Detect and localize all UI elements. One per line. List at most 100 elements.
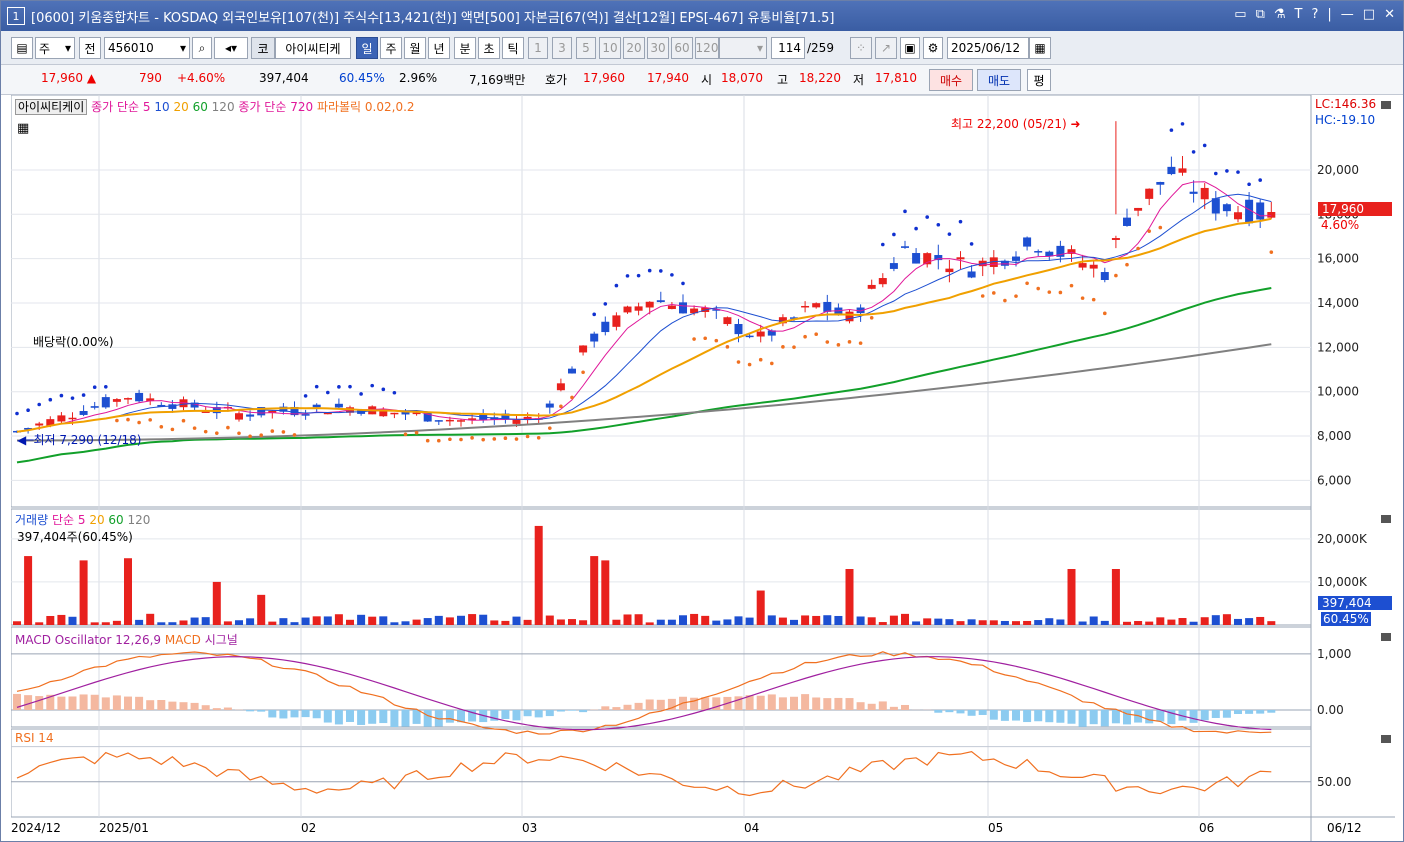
- eval-button[interactable]: 평: [1027, 69, 1051, 91]
- tab-monthly[interactable]: 월: [404, 37, 426, 59]
- macd-line-legend[interactable]: MACD: [165, 633, 201, 647]
- tab-yearly[interactable]: 년: [428, 37, 450, 59]
- tab-weekly[interactable]: 주: [380, 37, 402, 59]
- buy-button[interactable]: 매수: [929, 69, 973, 91]
- volume-bar: [1167, 619, 1176, 625]
- period-type-label: 주: [39, 41, 51, 56]
- volume-bar: [46, 615, 55, 625]
- minute-10[interactable]: 10: [599, 37, 621, 59]
- ma20-legend[interactable]: 20: [173, 100, 188, 114]
- vol-ma5-legend[interactable]: 단순 5: [52, 513, 86, 527]
- macd-osc-bar: [701, 697, 710, 710]
- gear-icon[interactable]: ⚙: [923, 37, 943, 59]
- macd-osc-bar: [368, 710, 377, 724]
- title-bar[interactable]: 1 [0600] 키움종합차트 - KOSDAQ 외국인보유[107(천)] 주…: [1, 1, 1403, 31]
- macd-osc-bar: [978, 710, 987, 715]
- minute-30[interactable]: 30: [647, 37, 669, 59]
- sound-icon[interactable]: ◂▾: [214, 37, 248, 59]
- minute-5[interactable]: 5: [576, 37, 596, 59]
- ma60-legend[interactable]: 60: [193, 100, 208, 114]
- tab-second[interactable]: 초: [478, 37, 500, 59]
- stock-name-field[interactable]: 아이씨티케: [275, 37, 351, 59]
- grid-dots-icon[interactable]: ⁘: [850, 37, 872, 59]
- candle-body: [246, 414, 255, 417]
- candle-body: [101, 397, 110, 408]
- minute-3[interactable]: 3: [552, 37, 572, 59]
- font-icon[interactable]: T: [1295, 7, 1303, 22]
- help-icon[interactable]: ?: [1312, 7, 1319, 22]
- macd-osc-bar: [423, 710, 432, 727]
- ma720-legend[interactable]: 종가 단순 720: [238, 100, 313, 114]
- candle-body: [812, 303, 821, 308]
- volume-bar: [1145, 621, 1154, 625]
- calendar-icon[interactable]: ▦: [1029, 37, 1051, 59]
- macd-osc-bar: [301, 710, 310, 718]
- tab-daily[interactable]: 일: [356, 37, 378, 59]
- candle-body: [823, 301, 832, 312]
- ma5-legend[interactable]: 종가 단순 5: [91, 100, 150, 114]
- ma10-legend[interactable]: 10: [154, 100, 169, 114]
- x-label-apr: 04: [744, 821, 760, 835]
- vol-ma20-legend[interactable]: 20: [89, 513, 104, 527]
- price-tick-label: 8,000: [1317, 429, 1351, 443]
- candle-body: [1156, 181, 1165, 185]
- rsi-legend[interactable]: RSI 14: [15, 731, 54, 745]
- tool-icon[interactable]: ⚗: [1274, 7, 1286, 22]
- volume-bar: [1267, 621, 1276, 625]
- date-input[interactable]: 2025/06/12: [947, 37, 1029, 59]
- page-input[interactable]: 114: [771, 37, 805, 59]
- minute-60[interactable]: 60: [671, 37, 693, 59]
- minute-20[interactable]: 20: [623, 37, 645, 59]
- tab-minute[interactable]: 분: [454, 37, 476, 59]
- macd-osc-bar: [767, 694, 776, 710]
- macd-osc-bar: [1067, 710, 1076, 724]
- trend-icon[interactable]: ↗: [875, 37, 897, 59]
- stock-legend[interactable]: 아이씨티케이: [15, 99, 88, 115]
- volume-bar: [57, 614, 66, 625]
- market-button[interactable]: 코: [251, 37, 275, 59]
- sell-button[interactable]: 매도: [977, 69, 1021, 91]
- candle-body: [1089, 264, 1098, 269]
- sar-dot: [659, 269, 663, 273]
- macd-osc-bar: [124, 696, 132, 710]
- volume-bar: [301, 617, 310, 625]
- sar-dot: [814, 332, 818, 337]
- candle-body: [57, 415, 66, 422]
- vol-ma60-legend[interactable]: 60: [108, 513, 123, 527]
- sar-legend[interactable]: 파라볼릭 0.02,0.2: [317, 100, 415, 114]
- macd-osc-bar: [201, 705, 210, 710]
- tab-tick[interactable]: 틱: [502, 37, 524, 59]
- prev-button[interactable]: 전: [79, 37, 101, 59]
- layout-icon[interactable]: ▭: [1234, 7, 1246, 22]
- panel-icon[interactable]: ▤: [11, 37, 33, 59]
- code-input[interactable]: 456010 ▾: [104, 37, 190, 59]
- volume-bar: [334, 614, 343, 625]
- volume-bar: [1078, 621, 1087, 625]
- macd-osc-legend[interactable]: MACD Oscillator 12,26,9: [15, 633, 161, 647]
- chart-canvas[interactable]: 6,0008,00010,00012,00014,00016,00018,000…: [11, 95, 1395, 841]
- save-icon[interactable]: ▣: [900, 37, 920, 59]
- sar-dot: [559, 404, 563, 409]
- period-type-select[interactable]: 주 ▾: [35, 37, 75, 59]
- chart-area[interactable]: 6,0008,00010,00012,00014,00016,00018,000…: [11, 95, 1395, 841]
- custom-interval-select[interactable]: ▾: [719, 37, 767, 59]
- sar-dot: [1258, 178, 1262, 182]
- macd-osc-bar: [545, 710, 554, 717]
- minimize-icon[interactable]: —: [1341, 7, 1354, 22]
- candle-body: [667, 305, 676, 310]
- table-icon[interactable]: ▦: [17, 121, 29, 136]
- volume-bar: [146, 613, 155, 625]
- volume-legend-title[interactable]: 거래량: [15, 513, 48, 527]
- macd-osc-bar: [190, 702, 199, 710]
- search-icon[interactable]: ⌕: [192, 37, 212, 59]
- candle-body: [645, 301, 654, 308]
- minute-120[interactable]: 120: [695, 37, 719, 59]
- macd-osc-bar: [867, 703, 876, 710]
- restore-icon[interactable]: ⧉: [1256, 7, 1265, 22]
- close-icon[interactable]: ✕: [1384, 7, 1395, 22]
- signal-legend[interactable]: 시그널: [205, 633, 238, 647]
- maximize-icon[interactable]: □: [1363, 7, 1375, 22]
- minute-1[interactable]: 1: [528, 37, 548, 59]
- vol-ma120-legend[interactable]: 120: [128, 513, 151, 527]
- ma120-legend[interactable]: 120: [212, 100, 235, 114]
